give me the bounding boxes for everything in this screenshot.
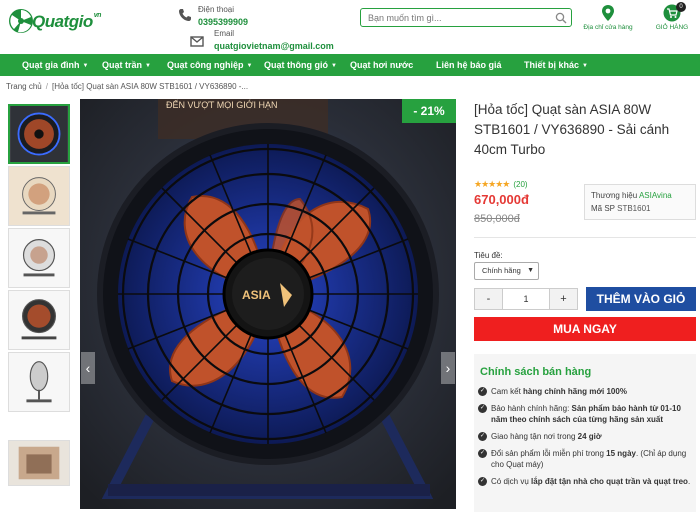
email-label: Email — [214, 29, 235, 38]
breadcrumb: Trang chủ / [Hỏa tốc] Quạt sàn ASIA 80W ST… — [6, 82, 248, 91]
product-rating[interactable]: ★★★★★ (20) — [474, 174, 528, 192]
thumbnail-image — [9, 441, 69, 485]
thumbnail-6[interactable] — [8, 440, 70, 486]
nav-item-ceiling-fans[interactable]: Quạt trần ▼ — [102, 54, 151, 76]
chevron-down-icon: ▼ — [82, 63, 89, 69]
thumbnail-5[interactable] — [8, 352, 70, 412]
check-circle-icon: ✓ — [478, 387, 487, 396]
phone-label: Điện thoại — [198, 5, 235, 14]
cart-link[interactable]: 0 GIỎ HÀNG — [650, 2, 694, 34]
buy-now-button[interactable]: MUA NGAY — [474, 317, 696, 341]
rating-stars: ★★★★★ — [474, 179, 510, 189]
check-circle-icon: ✓ — [478, 477, 487, 486]
chevron-down-icon: ▼ — [246, 63, 253, 69]
add-to-cart-button[interactable]: THÊM VÀO GIỎ — [586, 287, 696, 311]
mail-icon — [190, 36, 204, 47]
brand-sku-box: Thương hiệu ASIAvina Mã SP STB1601 — [584, 184, 696, 220]
store-address-link[interactable]: Địa chỉ cửa hàng — [580, 4, 636, 34]
nav-item-mist-fans[interactable]: Quạt hơi nước — [350, 54, 413, 76]
divider — [474, 237, 696, 238]
sku-value: STB1601 — [617, 204, 651, 213]
logo-text: Quatgiovn — [32, 12, 101, 31]
policy-item: ✓ Cam kết hàng chính hãng mới 100% — [478, 387, 627, 396]
search-box — [360, 8, 572, 27]
quantity-decrease-button[interactable]: - — [475, 289, 503, 309]
gallery-next-button[interactable]: › — [441, 352, 455, 384]
nav-item-industrial-fans[interactable]: Quạt công nghiệp ▼ — [167, 54, 252, 76]
product-old-price: 850,000đ — [474, 213, 520, 225]
check-circle-icon: ✓ — [478, 404, 487, 413]
cart-count-badge: 0 — [676, 2, 686, 12]
thumbnail-image — [9, 229, 69, 287]
brand-link[interactable]: ASIAvina — [639, 191, 672, 200]
policy-item: ✓ Bảo hành chính hãng: Sản phẩm bảo hành … — [478, 404, 681, 424]
product-title: [Hỏa tốc] Quạt sàn ASIA 80W STB1601 / VY… — [474, 102, 670, 157]
breadcrumb-separator: / — [45, 82, 48, 91]
logo-fan-icon — [9, 9, 33, 33]
policy-item: ✓ Giao hàng tận nơi trong 24 giờ — [478, 432, 602, 441]
thumbnail-3[interactable] — [8, 228, 70, 288]
policy-item: ✓ Đổi sản phẩm lỗi miễn phí trong 15 ngày… — [478, 449, 687, 469]
quantity-input[interactable]: 1 — [503, 289, 549, 309]
quantity-stepper: - 1 + — [474, 288, 578, 310]
phone-number[interactable]: 0395399909 — [198, 17, 248, 27]
sales-policy-box: Chính sách bán hàng ✓ Cam kết hàng chính … — [474, 354, 696, 512]
thumbnail-image — [9, 353, 69, 411]
search-input[interactable] — [368, 11, 548, 25]
nav-item-ventilation-fans[interactable]: Quạt thông gió ▼ — [264, 54, 337, 76]
breadcrumb-current: [Hỏa tốc] Quạt sàn ASIA 80W STB1601 / VY… — [51, 82, 249, 91]
site-logo[interactable]: Quatgiovn — [8, 6, 101, 36]
main-product-image[interactable]: ĐẾN VƯỢT MỌI GIỚI HẠN ASIA - 21% — [80, 99, 456, 509]
discount-badge: - 21% — [402, 99, 456, 123]
store-address-label: Địa chỉ cửa hàng — [583, 24, 633, 31]
fan-brand-text: ASIA — [242, 288, 271, 302]
nav-item-home-fans[interactable]: Quạt gia đình ▼ — [22, 54, 88, 76]
search-icon[interactable] — [555, 12, 567, 24]
thumbnail-image — [9, 167, 69, 225]
thumbnail-image — [10, 106, 68, 162]
main-nav: Quạt gia đình ▼ Quạt trần ▼ Quạt công nghi… — [0, 54, 700, 76]
site-header: Quatgiovn Điện thoại 0395399909 Email qu… — [0, 0, 700, 54]
gallery-prev-button[interactable]: ‹ — [81, 352, 95, 384]
thumbnail-image — [9, 291, 69, 349]
map-pin-icon — [602, 5, 614, 21]
variant-label: Tiêu đề: — [474, 251, 503, 260]
product-price: 670,000đ — [474, 192, 529, 207]
rating-count: (20) — [513, 180, 528, 189]
quantity-increase-button[interactable]: + — [549, 289, 577, 309]
check-circle-icon: ✓ — [478, 449, 487, 458]
banner-text: ĐẾN VƯỢT MỌI GIỚI HẠN — [166, 100, 277, 110]
brand-label: Thương hiệu — [591, 191, 638, 200]
phone-icon — [179, 9, 191, 21]
fan-illustration: ĐẾN VƯỢT MỌI GIỚI HẠN ASIA — [80, 99, 456, 509]
sku-label: Mã SP — [591, 204, 615, 213]
nav-item-other-devices[interactable]: Thiết bị khác ▼ — [524, 54, 588, 76]
thumbnail-2[interactable] — [8, 166, 70, 226]
chevron-down-icon: ▼ — [330, 63, 337, 69]
email-address[interactable]: quatgiovietnam@gmail.com — [214, 41, 334, 51]
chevron-down-icon: ▼ — [145, 63, 151, 69]
check-circle-icon: ✓ — [478, 432, 487, 441]
thumbnail-1[interactable] — [8, 104, 70, 164]
sales-policy-list: ✓ Cam kết hàng chính hãng mới 100% ✓ Bảo h… — [478, 386, 692, 493]
cart-label: GIỎ HÀNG — [655, 24, 689, 31]
nav-item-quote[interactable]: Liên hệ báo giá — [436, 54, 502, 76]
sales-policy-title: Chính sách bán hàng — [480, 366, 592, 378]
breadcrumb-home[interactable]: Trang chủ — [6, 82, 42, 91]
chevron-down-icon: ▼ — [527, 267, 534, 274]
policy-item: ✓ Có dịch vụ lắp đặt tận nhà cho quạt trầ… — [478, 477, 691, 486]
variant-selected-value: Chính hãng — [482, 266, 521, 275]
variant-select[interactable]: Chính hãng ▼ — [474, 262, 539, 280]
thumbnail-4[interactable] — [8, 290, 70, 350]
chevron-down-icon: ▼ — [582, 63, 588, 69]
